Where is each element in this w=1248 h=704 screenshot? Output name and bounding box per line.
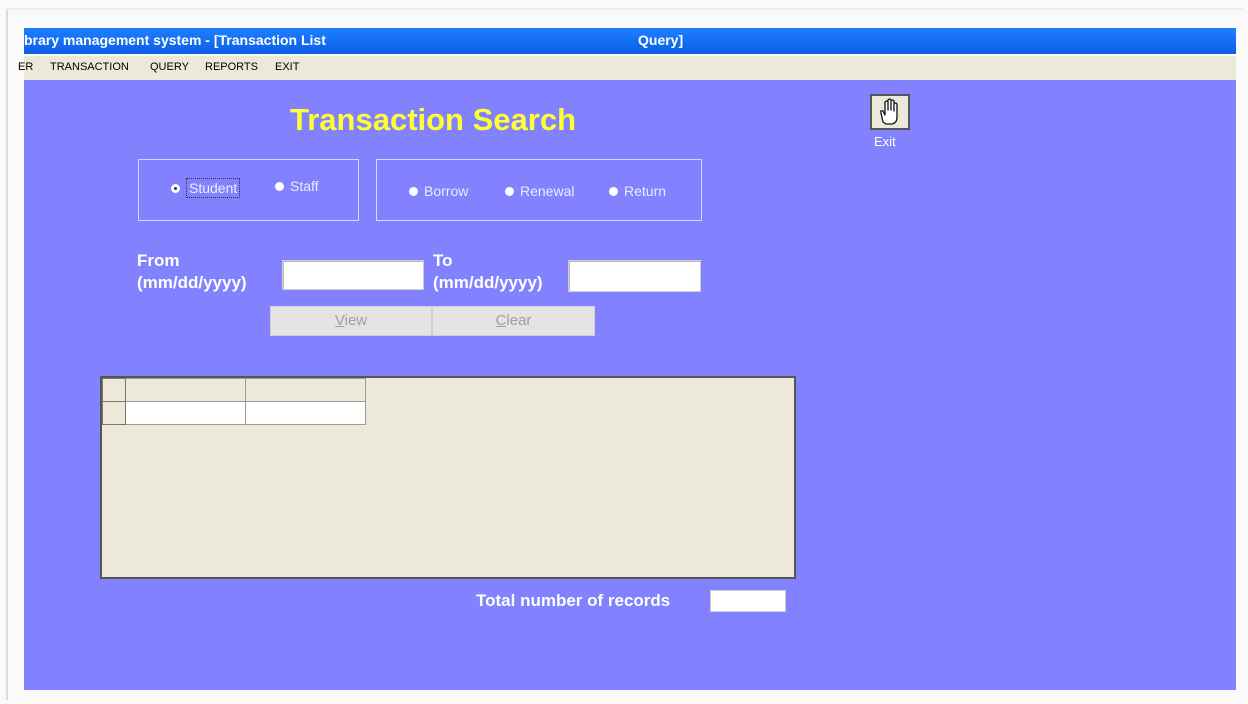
radio-student[interactable]: Student xyxy=(171,178,241,198)
total-records-label: Total number of records xyxy=(476,591,671,610)
grid-header-row xyxy=(102,378,366,402)
person-type-group: Student Staff xyxy=(138,159,359,221)
to-label: To xyxy=(433,251,453,270)
from-label: From xyxy=(137,251,180,270)
page-title: Transaction Search xyxy=(290,102,577,137)
radio-renewal-label: Renewal xyxy=(520,183,575,199)
grid-corner-cell xyxy=(102,378,126,402)
menu-item-exit[interactable]: EXIT xyxy=(275,61,299,73)
total-records-field xyxy=(710,590,786,612)
menu-bar: ER TRANSACTION QUERY REPORTS EXIT xyxy=(18,56,1236,80)
grid-cell[interactable] xyxy=(125,401,246,425)
radio-unchecked-icon xyxy=(609,186,618,196)
menu-item-transaction[interactable]: TRANSACTION xyxy=(50,61,129,73)
to-format-hint: (mm/dd/yyyy) xyxy=(433,273,543,292)
radio-return[interactable]: Return xyxy=(609,183,666,199)
radio-renewal[interactable]: Renewal xyxy=(505,183,574,199)
results-table xyxy=(102,378,366,425)
app-frame: brary management system - [Transaction L… xyxy=(0,0,1248,704)
clear-button[interactable]: Clear xyxy=(432,306,595,336)
menu-item-member[interactable]: ER xyxy=(18,61,33,73)
hand-stop-icon-graphic xyxy=(880,98,898,125)
radio-staff-label: Staff xyxy=(290,178,319,194)
radio-return-label: Return xyxy=(624,183,667,199)
to-date-label: To (mm/dd/yyyy) xyxy=(433,250,543,294)
radio-borrow[interactable]: Borrow xyxy=(409,183,468,199)
from-date-input[interactable] xyxy=(282,260,424,290)
radio-student-label: Student xyxy=(186,178,241,198)
window-title-suffix: Query] xyxy=(638,32,684,48)
menu-item-reports[interactable]: REPORTS xyxy=(205,61,258,73)
results-grid[interactable] xyxy=(100,376,796,579)
radio-checked-icon xyxy=(171,183,180,193)
from-date-label: From (mm/dd/yyyy) xyxy=(137,250,247,294)
title-bar: brary management system - [Transaction L… xyxy=(24,28,1236,54)
clear-button-label: lear xyxy=(506,312,532,329)
window-top-border xyxy=(6,8,1242,10)
hand-stop-icon xyxy=(870,94,910,130)
table-row[interactable] xyxy=(102,401,366,425)
transaction-type-group: Borrow Renewal Return xyxy=(376,159,702,221)
radio-borrow-label: Borrow xyxy=(424,183,469,199)
radio-unchecked-icon xyxy=(409,186,418,196)
view-button-label: iew xyxy=(344,312,368,329)
grid-column-header[interactable] xyxy=(125,378,246,402)
radio-unchecked-icon xyxy=(505,186,514,196)
radio-staff[interactable]: Staff xyxy=(275,178,319,194)
to-date-input[interactable] xyxy=(568,260,701,292)
view-button-accel: V xyxy=(334,312,345,329)
grid-row-header[interactable] xyxy=(102,401,126,425)
view-button[interactable]: View xyxy=(270,306,432,336)
grid-column-header[interactable] xyxy=(245,378,366,402)
menu-item-query[interactable]: QUERY xyxy=(150,61,189,73)
window-left-border xyxy=(6,10,8,700)
window-title: brary management system - [Transaction L… xyxy=(24,32,326,48)
exit-button[interactable] xyxy=(870,94,910,132)
radio-unchecked-icon xyxy=(275,181,284,191)
from-format-hint: (mm/dd/yyyy) xyxy=(137,273,247,292)
transaction-search-form: Transaction Search Student Staff Borrow … xyxy=(24,80,1236,690)
grid-cell[interactable] xyxy=(245,401,366,425)
clear-button-accel: C xyxy=(495,312,507,329)
exit-label: Exit xyxy=(874,134,896,149)
